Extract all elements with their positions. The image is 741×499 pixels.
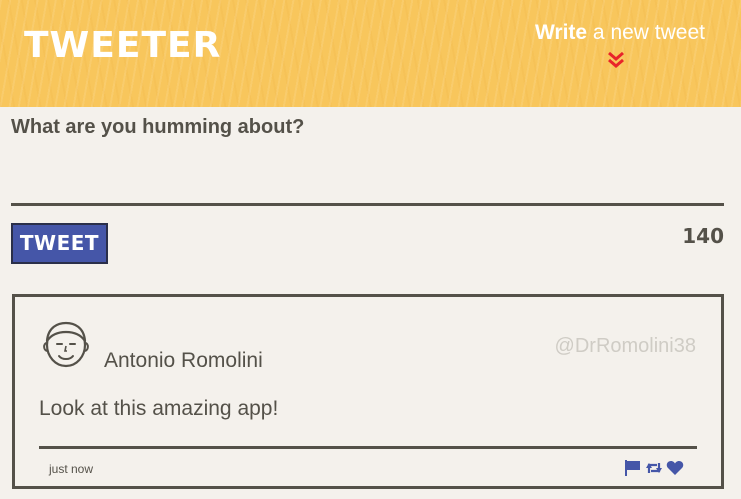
tweet-actions [624, 459, 684, 477]
app-header: TWEETER Write a new tweet [0, 0, 741, 107]
char-counter: 140 [682, 224, 724, 248]
author-name: Antonio Romolini [104, 349, 263, 372]
heart-icon[interactable] [666, 459, 684, 477]
compose-label: What are you humming about? [11, 116, 305, 138]
compose-toggle-bold: Write [534, 21, 588, 44]
compose-toggle-text: a new tweet [587, 21, 705, 44]
tweet-timestamp: just now [49, 462, 94, 476]
tweet-content: Look at this amazing app! [39, 397, 279, 420]
tweet-button[interactable]: TWEET [11, 223, 108, 264]
author-handle: @DrRomolini38 [554, 335, 696, 357]
compose-toggle[interactable]: Write a new tweet [535, 20, 705, 46]
tweet-card: Antonio Romolini @DrRomolini38 Look at t… [12, 294, 724, 489]
tweet-divider [39, 446, 697, 449]
retweet-icon[interactable] [645, 459, 663, 477]
tweet-textarea[interactable] [11, 148, 724, 206]
flag-icon[interactable] [624, 459, 642, 477]
app-logo: TWEETER [24, 25, 222, 66]
double-chevron-down-icon[interactable] [606, 50, 626, 70]
smiling-face-avatar-icon [43, 321, 89, 368]
